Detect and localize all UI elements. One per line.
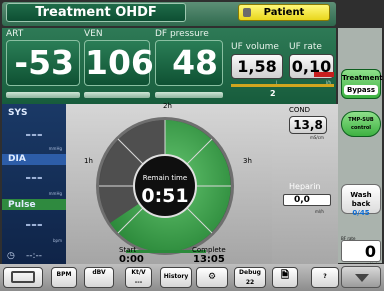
bf-rate-value: 0 xyxy=(364,242,376,261)
ven-label: VEN xyxy=(84,29,103,39)
uf-volume-label: UF volume xyxy=(231,42,279,52)
wash-back-sub: 0/45 xyxy=(352,209,370,217)
bp-time-value: --:-- xyxy=(26,251,43,261)
ven-value: 106 xyxy=(85,43,154,82)
dbv-button[interactable]: dBV xyxy=(84,267,114,288)
ven-box[interactable]: 106 xyxy=(84,40,154,86)
start-label: Start xyxy=(119,246,137,254)
pulse-unit: bpm xyxy=(53,238,62,243)
clock-icon: ◷ xyxy=(7,251,15,261)
uf-rate-alert-indicator xyxy=(314,72,334,77)
art-value: -53 xyxy=(14,43,74,82)
cond-label: COND xyxy=(289,106,311,114)
complete-label: Complete xyxy=(192,246,226,254)
debug-button[interactable]: Debug 22 xyxy=(234,267,266,288)
bpm-label: BPM xyxy=(56,271,72,278)
treatment-label: Treatment xyxy=(342,74,383,82)
art-label: ART xyxy=(6,29,24,39)
help-button[interactable]: ? xyxy=(311,267,339,288)
art-box[interactable]: -53 xyxy=(6,40,80,86)
sys-unit: mmHg xyxy=(48,146,62,151)
history-button[interactable]: History xyxy=(160,267,192,288)
history-label: History xyxy=(163,273,189,280)
heparin-unit: ml/h xyxy=(315,209,324,214)
right-panel xyxy=(338,28,382,263)
uf-volume-field[interactable]: 1,58 xyxy=(231,54,283,79)
dia-label: DIA xyxy=(8,154,26,164)
sys-label: SYS xyxy=(8,108,28,118)
df-pressure-box[interactable]: 48 xyxy=(155,40,223,86)
cond-field[interactable]: 13,8 xyxy=(289,116,327,134)
uf-volume-value: 1,58 xyxy=(237,57,277,76)
document-button[interactable]: 🗎 xyxy=(272,267,298,288)
bpm-button[interactable]: BPM xyxy=(51,267,77,288)
treatment-button[interactable]: Treatment Bypass xyxy=(341,69,383,99)
dia-unit: mmHg xyxy=(48,191,62,196)
remain-time-label: Remain time xyxy=(142,174,188,182)
heparin-value: 0,0 xyxy=(294,195,310,205)
scroll-down-button[interactable] xyxy=(341,266,381,288)
patient-label: Patient xyxy=(263,7,305,18)
chevron-down-icon xyxy=(355,274,369,282)
ktv-button[interactable]: Kt/V --- xyxy=(125,267,152,288)
remain-time-value: 0:51 xyxy=(141,185,189,207)
wash-back-label: Wash back xyxy=(350,191,372,208)
wrench-icon: ⚙ xyxy=(207,272,217,282)
dia-value: --- xyxy=(25,170,43,186)
document-icon: 🗎 xyxy=(280,270,290,281)
patient-button[interactable]: Patient xyxy=(238,4,330,21)
settings-tools-button[interactable]: ⚙ xyxy=(196,267,228,288)
df-pressure-label: DF pressure xyxy=(155,29,209,39)
dial-mark-2h: 2h xyxy=(163,102,172,110)
uf-range-value: 2 xyxy=(270,89,276,98)
debug-label: Debug xyxy=(239,269,261,276)
tmp-sub-control-button[interactable]: TMP-SUB control xyxy=(341,111,381,137)
pulse-label: Pulse xyxy=(8,200,36,210)
wash-back-button[interactable]: Wash back 0/45 xyxy=(341,184,381,217)
df-range-bar xyxy=(155,92,223,98)
ktv-value: --- xyxy=(134,279,143,286)
art-range-bar xyxy=(6,92,80,98)
uf-rate-label: UF rate xyxy=(289,42,322,52)
debug-value: 22 xyxy=(245,279,255,286)
bf-rate-field[interactable]: 0 xyxy=(341,240,381,262)
tmp-sub-label: TMP-SUB control xyxy=(348,117,374,131)
df-pressure-value: 48 xyxy=(172,43,218,82)
dial-mark-1h: 1h xyxy=(84,157,93,165)
treatment-time-dial xyxy=(96,117,234,255)
patient-icon xyxy=(243,8,251,17)
heparin-label: Heparin xyxy=(289,182,321,191)
dial-mark-3h: 3h xyxy=(243,157,252,165)
cond-value: 13,8 xyxy=(293,118,323,132)
help-label: ? xyxy=(323,273,327,280)
screen-layout-button[interactable] xyxy=(3,267,43,288)
cond-unit: mS/cm xyxy=(310,135,324,140)
dbv-label: dBV xyxy=(92,269,106,276)
ven-range-bar xyxy=(84,92,150,98)
ktv-label: Kt/V xyxy=(131,269,146,276)
sys-value: --- xyxy=(25,127,43,143)
layout-icon xyxy=(11,271,35,283)
bypass-label: Bypass xyxy=(344,85,378,95)
pulse-value: --- xyxy=(25,217,43,233)
page-title: Treatment OHDF xyxy=(6,3,186,22)
uf-progress-bar xyxy=(231,84,334,87)
